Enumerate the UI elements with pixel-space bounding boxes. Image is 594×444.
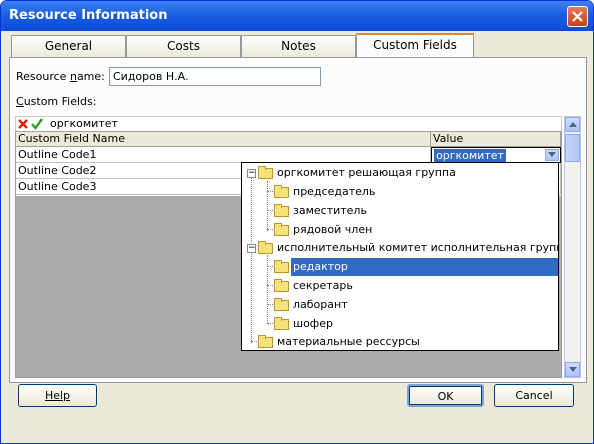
- folder-icon: [258, 335, 273, 348]
- entry-bar-value: оргкомитет: [50, 117, 118, 130]
- tree-item[interactable]: заместитель: [242, 202, 558, 220]
- ok-button[interactable]: OK: [407, 384, 484, 407]
- entry-bar[interactable]: оргкомитет: [15, 116, 562, 132]
- folder-icon: [258, 166, 273, 179]
- chevron-down-icon: [569, 367, 577, 372]
- custom-fields-label: Custom Fields:: [16, 95, 97, 108]
- folder-icon: [274, 204, 289, 217]
- folder-icon: [274, 298, 289, 311]
- folder-icon: [274, 223, 289, 236]
- tab-strip: General Costs Notes Custom Fields: [9, 33, 589, 58]
- collapse-icon[interactable]: −: [247, 244, 256, 253]
- collapse-icon[interactable]: −: [247, 169, 256, 178]
- tree-item[interactable]: лаборант: [242, 296, 558, 314]
- tree-item[interactable]: шофер: [242, 315, 558, 333]
- resource-information-dialog: Resource Information General Costs Notes…: [0, 0, 594, 444]
- cancel-entry-icon[interactable]: [18, 119, 28, 129]
- help-button-label: Help: [44, 389, 71, 402]
- cancel-button[interactable]: Cancel: [494, 384, 574, 407]
- help-button[interactable]: Help: [18, 384, 97, 407]
- folder-icon: [274, 279, 289, 292]
- table-row-name[interactable]: Outline Code1: [16, 147, 431, 163]
- accept-entry-icon[interactable]: [31, 118, 43, 130]
- folder-icon: [274, 317, 289, 330]
- folder-icon: [274, 185, 289, 198]
- chevron-down-icon: [548, 152, 556, 157]
- vertical-scrollbar[interactable]: [564, 116, 581, 378]
- chevron-up-icon: [569, 122, 577, 127]
- resource-name-input[interactable]: Сидоров Н.А.: [109, 67, 321, 86]
- window-title: Resource Information: [9, 8, 168, 23]
- close-button[interactable]: [567, 6, 588, 27]
- folder-icon: [258, 241, 273, 254]
- tree-item[interactable]: материальные рессурсы: [242, 333, 558, 350]
- tree-item-executive-committee[interactable]: − исполнительный комитет исполнительная …: [242, 239, 558, 257]
- dropdown-button[interactable]: [545, 149, 559, 161]
- column-header-name[interactable]: Custom Field Name: [16, 132, 431, 147]
- scroll-up-button[interactable]: [565, 117, 580, 132]
- tree-item[interactable]: секретарь: [242, 277, 558, 295]
- tree-item[interactable]: председатель: [242, 183, 558, 201]
- folder-icon: [274, 260, 289, 273]
- title-bar[interactable]: Resource Information: [1, 1, 593, 31]
- tab-general[interactable]: General: [11, 35, 126, 57]
- tab-costs[interactable]: Costs: [126, 35, 241, 57]
- scroll-thumb[interactable]: [565, 134, 580, 162]
- tree-item-orgcommittee[interactable]: − оргкомитет решающая группа: [242, 164, 558, 182]
- tree-item-selected[interactable]: редактор: [242, 258, 558, 276]
- tab-custom-fields[interactable]: Custom Fields: [356, 33, 474, 58]
- resource-name-label: Resource name:: [16, 70, 105, 83]
- outline-code-dropdown[interactable]: − оргкомитет решающая группа председател…: [241, 162, 559, 351]
- scroll-down-button[interactable]: [565, 362, 580, 377]
- column-header-value[interactable]: Value: [431, 132, 561, 147]
- tree-item[interactable]: рядовой член: [242, 221, 558, 239]
- value-combo[interactable]: оргкомитет: [431, 147, 561, 163]
- close-icon: [572, 11, 583, 22]
- value-combo-text: оргкомитет: [434, 149, 506, 162]
- tab-notes[interactable]: Notes: [241, 35, 356, 57]
